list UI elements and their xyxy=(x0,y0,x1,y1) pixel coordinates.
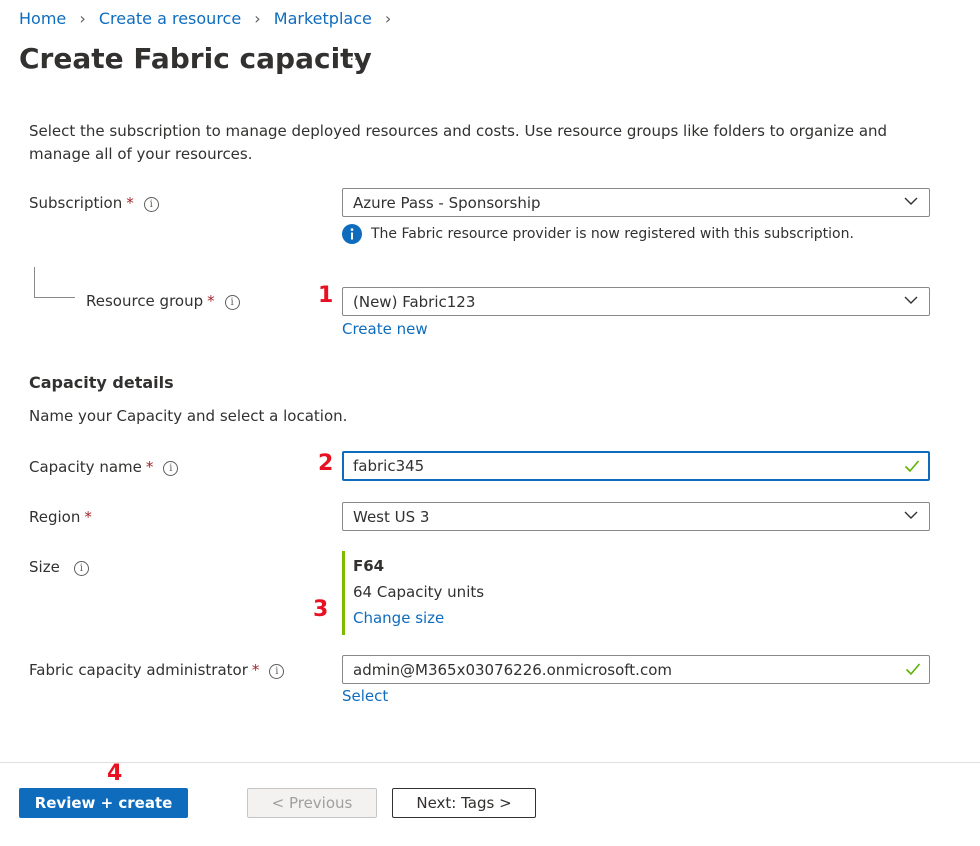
capacity-name-input[interactable]: fabric345 xyxy=(342,451,930,481)
chevron-right-icon: › xyxy=(254,9,261,28)
checkmark-icon xyxy=(905,663,921,676)
size-label-row: Size i xyxy=(29,558,89,576)
breadcrumb-create-resource-link[interactable]: Create a resource xyxy=(99,9,241,28)
chevron-right-icon: › xyxy=(79,9,86,28)
required-marker: * xyxy=(207,292,215,310)
select-admin-link[interactable]: Select xyxy=(342,687,388,705)
info-icon[interactable]: i xyxy=(143,197,159,212)
next-tags-button[interactable]: Next: Tags > xyxy=(392,788,536,818)
chevron-right-icon: › xyxy=(384,9,392,28)
page-title: Create Fabric capacity xyxy=(19,42,372,75)
admin-input[interactable]: admin@M365x03076226.onmicrosoft.com xyxy=(342,655,930,684)
chevron-down-icon xyxy=(904,197,918,205)
region-dropdown[interactable]: West US 3 xyxy=(342,502,930,531)
intro-text: Select the subscription to manage deploy… xyxy=(29,122,888,163)
annotation-marker-3: 3 xyxy=(313,597,329,622)
annotation-marker-1: 1 xyxy=(318,283,334,308)
subscription-label: Subscription xyxy=(29,194,123,212)
more-options-button[interactable]: ··· xyxy=(345,52,358,68)
size-label: Size xyxy=(29,558,60,576)
capacity-name-label: Capacity name xyxy=(29,458,142,476)
resource-group-label-row: Resource group * i xyxy=(86,292,240,310)
footer-divider xyxy=(0,762,980,763)
info-icon[interactable]: i xyxy=(163,461,179,476)
admin-label-row: Fabric capacity administrator * i xyxy=(29,661,285,679)
admin-label: Fabric capacity administrator xyxy=(29,661,248,679)
size-sku: F64 xyxy=(353,557,385,575)
create-new-link[interactable]: Create new xyxy=(342,320,428,338)
resource-group-label: Resource group xyxy=(86,292,204,310)
chevron-down-icon xyxy=(904,511,918,519)
resource-group-value: (New) Fabric123 xyxy=(353,293,476,311)
region-label: Region xyxy=(29,508,81,526)
subscription-dropdown[interactable]: Azure Pass - Sponsorship xyxy=(342,188,930,217)
required-marker: * xyxy=(145,458,154,476)
info-icon[interactable]: i xyxy=(224,295,240,310)
review-create-button[interactable]: Review + create xyxy=(19,788,188,818)
admin-value: admin@M365x03076226.onmicrosoft.com xyxy=(353,661,672,679)
info-icon[interactable]: i xyxy=(73,561,89,576)
annotation-marker-2: 2 xyxy=(318,451,334,476)
capacity-name-value: fabric345 xyxy=(353,457,425,475)
resource-group-dropdown[interactable]: (New) Fabric123 xyxy=(342,287,930,316)
required-marker: * xyxy=(84,508,92,526)
info-icon[interactable]: i xyxy=(269,664,285,679)
breadcrumb: Home › Create a resource › Marketplace › xyxy=(19,9,399,28)
breadcrumb-home-link[interactable]: Home xyxy=(19,9,66,28)
subscription-label-row: Subscription * i xyxy=(29,194,159,212)
subscription-value: Azure Pass - Sponsorship xyxy=(353,194,541,212)
section-heading: Capacity details xyxy=(29,373,174,392)
capacity-name-label-row: Capacity name * i xyxy=(29,458,179,476)
annotation-marker-4: 4 xyxy=(107,761,123,786)
size-accent-bar xyxy=(342,551,345,635)
change-size-link[interactable]: Change size xyxy=(353,609,444,627)
region-value: West US 3 xyxy=(353,508,430,526)
section-description: Name your Capacity and select a location… xyxy=(29,407,348,425)
tree-connector xyxy=(34,267,75,298)
region-label-row: Region * xyxy=(29,508,92,526)
breadcrumb-marketplace-link[interactable]: Marketplace xyxy=(274,9,372,28)
checkmark-icon xyxy=(904,460,920,473)
info-filled-icon xyxy=(342,224,362,244)
subscription-notice-text: The Fabric resource provider is now regi… xyxy=(371,226,854,242)
required-marker: * xyxy=(126,194,134,212)
size-units: 64 Capacity units xyxy=(353,583,485,601)
required-marker: * xyxy=(251,661,260,679)
chevron-down-icon xyxy=(904,296,918,304)
subscription-notice: The Fabric resource provider is now regi… xyxy=(342,224,854,244)
previous-button[interactable]: < Previous xyxy=(247,788,377,818)
